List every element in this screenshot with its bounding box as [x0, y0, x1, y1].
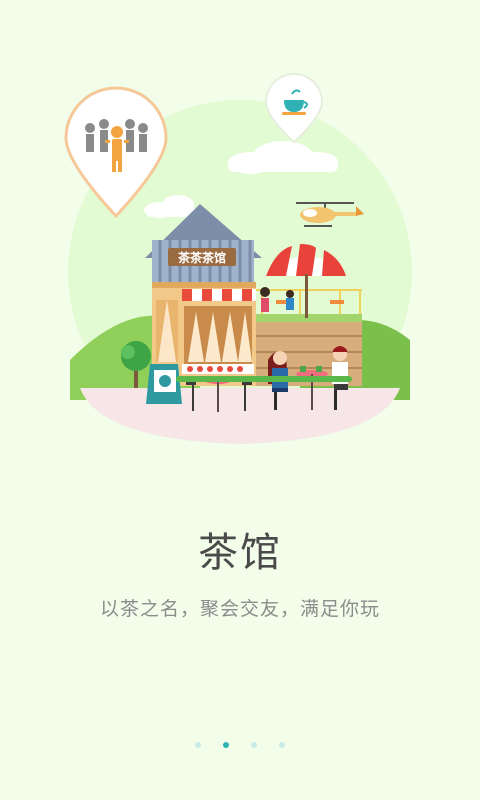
page-dot-4[interactable]	[279, 742, 285, 748]
onboarding-screen[interactable]: 茶茶茶馆 茶馆 以茶之名，聚会交友，满足你玩	[0, 0, 480, 800]
page-subtitle: 以茶之名，聚会交友，满足你玩	[99, 598, 380, 620]
page-indicator	[0, 740, 480, 750]
teahouse-illustration: 茶茶茶馆	[64, 73, 412, 444]
signboard	[146, 364, 182, 404]
flower-bed	[176, 376, 352, 382]
shop-sign-text: 茶茶茶馆	[177, 250, 226, 265]
page-title: 茶馆	[198, 530, 282, 576]
page-dot-3[interactable]	[251, 742, 257, 748]
ground	[80, 388, 400, 444]
awning	[182, 289, 256, 301]
page-dot-1[interactable]	[195, 742, 201, 748]
page-dot-2-active[interactable]	[223, 742, 229, 748]
